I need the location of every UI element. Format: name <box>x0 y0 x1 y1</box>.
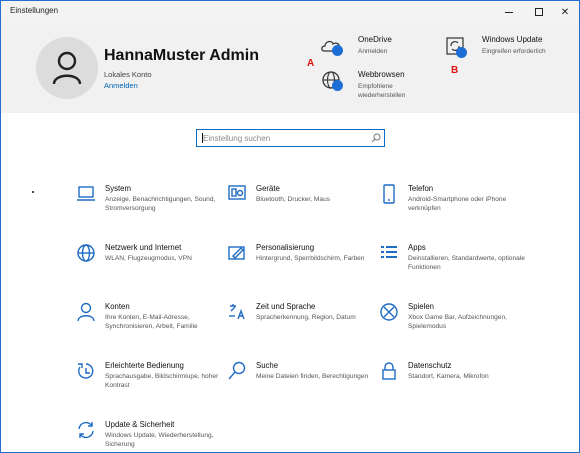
settings-search[interactable]: Einstellung suchen <box>196 129 385 147</box>
category-title: Personalisierung <box>256 243 315 252</box>
window-title: Einstellungen <box>10 6 59 15</box>
onedrive-title: OneDrive <box>358 35 392 44</box>
time-language-icon <box>229 304 245 320</box>
category-title: Konten <box>105 302 130 311</box>
webbrowsen-subtitle: Empfohlene wiederherstellen <box>358 83 406 99</box>
category-subtitle: Android-Smartphone oder iPhone verknüpfe… <box>408 196 507 212</box>
maximize-icon <box>535 8 543 16</box>
minimize-icon <box>505 11 513 13</box>
search-icon <box>371 133 381 143</box>
update-status-badge <box>456 47 467 58</box>
category-subtitle: Ihre Konten, E-Mail-Adresse, Synchronisi… <box>105 314 198 330</box>
annotation-marker-a: A <box>307 58 315 69</box>
category-subtitle: WLAN, Flugzeugmodus, VPN <box>105 255 192 262</box>
account-header: HannaMuster Admin Lokales Konto Anmelden… <box>1 23 579 113</box>
windows-update-title: Windows Update <box>482 35 543 44</box>
xbox-icon <box>380 303 398 321</box>
phone-icon <box>383 184 395 204</box>
category-title: Telefon <box>408 184 434 193</box>
person-icon <box>52 51 82 85</box>
search-input[interactable]: Einstellung suchen <box>203 134 270 143</box>
account-type: Lokales Konto <box>104 70 152 79</box>
globe-icon <box>77 244 95 262</box>
onedrive-status-badge <box>332 45 343 56</box>
category-title: Geräte <box>256 184 280 193</box>
search-icon <box>228 361 246 380</box>
webbrowsen-status-badge <box>332 80 343 91</box>
category-konten[interactable]: Konten Ihre Konten, E-Mail-Adresse, Sync… <box>76 302 226 352</box>
lock-icon <box>382 362 396 380</box>
windows-update-subtitle: Eingreifen erforderlich <box>482 48 546 55</box>
apps-list-icon <box>381 246 397 258</box>
devices-icon <box>228 185 246 200</box>
category-subtitle: Sprachausgabe, Bildschirmlupe, hoher Kon… <box>105 373 219 389</box>
sync-icon <box>78 421 94 439</box>
category-subtitle: Hintergrund, Sperrbildschirm, Farben <box>256 255 365 262</box>
onedrive-subtitle: Anmelden <box>358 48 388 55</box>
category-netzwerk[interactable]: Netzwerk und Internet WLAN, Flugzeugmodu… <box>76 243 226 293</box>
category-subtitle: Anzeige, Benachrichtigungen, Sound, Stro… <box>105 196 216 212</box>
annotation-marker-b: B <box>451 65 459 76</box>
minimize-button[interactable] <box>494 1 524 23</box>
person-icon <box>77 302 95 322</box>
category-title: Update & Sicherheit <box>105 420 175 429</box>
category-personalisierung[interactable]: Personalisierung Hintergrund, Sperrbilds… <box>227 243 377 293</box>
account-name: HannaMuster Admin <box>104 47 259 64</box>
category-suche[interactable]: Suche Meine Dateien finden, Berechtigung… <box>227 361 377 411</box>
category-telefon[interactable]: Telefon Android-Smartphone oder iPhone v… <box>379 184 529 234</box>
category-subtitle: Bluetooth, Drucker, Maus <box>256 196 331 203</box>
category-title: Erleichterte Bedienung <box>105 361 184 370</box>
paint-icon <box>228 246 245 260</box>
close-button[interactable]: ✕ <box>550 1 580 23</box>
category-geraete[interactable]: Geräte Bluetooth, Drucker, Maus <box>227 184 377 234</box>
category-apps[interactable]: Apps Deinstallieren, Standardwerte, opti… <box>379 243 529 293</box>
category-subtitle: Windows Update, Wiederherstellung, Siche… <box>105 432 214 448</box>
category-title: System <box>105 184 131 193</box>
category-title: Suche <box>256 361 279 370</box>
category-update-sicherheit[interactable]: Update & Sicherheit Windows Update, Wied… <box>76 420 226 453</box>
category-zeit-sprache[interactable]: Zeit und Sprache Spracherkennung, Region… <box>227 302 377 352</box>
category-title: Apps <box>408 243 426 252</box>
category-spielen[interactable]: Spielen Xbox Game Bar, Aufzeichnungen, S… <box>379 302 529 352</box>
category-datenschutz[interactable]: Datenschutz Standort, Kamera, Mikrofon <box>379 361 529 411</box>
category-subtitle: Standort, Kamera, Mikrofon <box>408 373 489 380</box>
signin-link[interactable]: Anmelden <box>104 81 138 90</box>
category-title: Zeit und Sprache <box>256 302 316 311</box>
avatar[interactable] <box>36 37 98 99</box>
webbrowsen-title: Webbrowsen <box>358 70 405 79</box>
accessibility-icon <box>78 363 94 379</box>
stray-dot <box>32 191 34 193</box>
category-subtitle: Meine Dateien finden, Berechtigungen <box>256 373 369 380</box>
laptop-icon <box>77 186 95 201</box>
category-subtitle: Spracherkennung, Region, Datum <box>256 314 356 321</box>
category-title: Spielen <box>408 302 435 311</box>
category-subtitle: Xbox Game Bar, Aufzeichnungen, Spielemod… <box>408 314 507 330</box>
category-title: Netzwerk und Internet <box>105 243 182 252</box>
category-erleichterte-bedienung[interactable]: Erleichterte Bedienung Sprachausgabe, Bi… <box>76 361 226 411</box>
settings-window: Einstellungen ✕ HannaMuster Admin Lokale… <box>0 0 580 453</box>
category-title: Datenschutz <box>408 361 452 370</box>
category-subtitle: Deinstallieren, Standardwerte, optionale… <box>408 255 525 271</box>
category-system[interactable]: System Anzeige, Benachrichtigungen, Soun… <box>76 184 226 234</box>
title-bar: Einstellungen ✕ <box>1 1 579 23</box>
